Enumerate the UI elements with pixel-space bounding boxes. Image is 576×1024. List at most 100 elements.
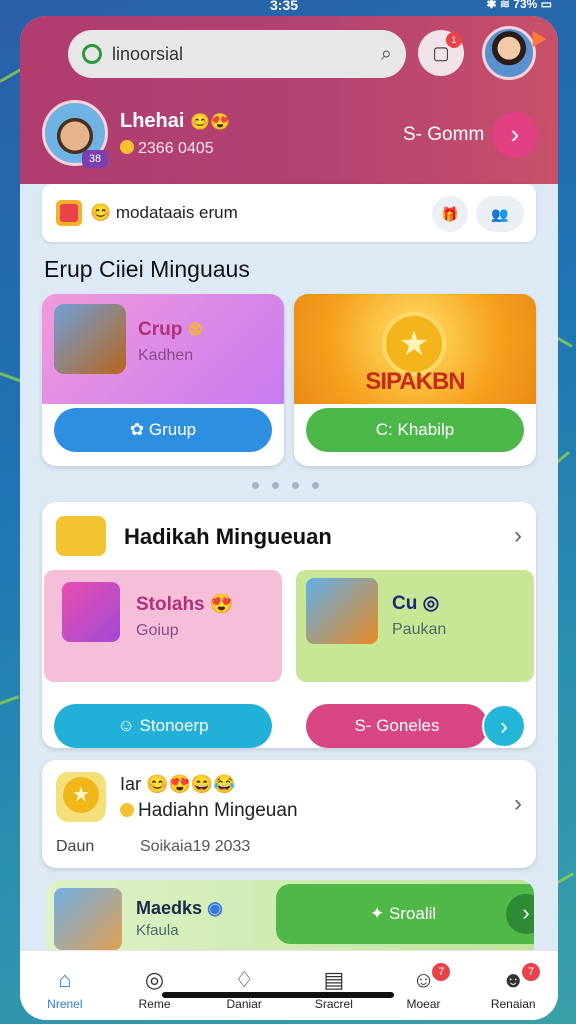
emoji-icon: 😍 xyxy=(209,594,234,615)
emoji-icon: 😊 xyxy=(90,203,116,222)
weekly-card-subtitle: Goiup xyxy=(136,622,179,639)
carousel-dot[interactable] xyxy=(252,482,259,489)
promo-subtitle: Kadhen xyxy=(138,347,194,364)
home-indicator[interactable] xyxy=(162,992,394,998)
user-action-label[interactable]: S- Gomm xyxy=(403,124,484,146)
battery-level: 73% xyxy=(513,0,538,11)
bottom-button-label: Sroalil xyxy=(388,904,437,923)
weekly-button-label: Stonoerp xyxy=(139,716,209,735)
emoji-icon: 😊😍😄😂 xyxy=(146,774,236,794)
carousel-dots[interactable] xyxy=(252,482,319,489)
weekly-button[interactable]: ☺ Stonoerp xyxy=(54,704,272,748)
emoji-icon: 😊😍 xyxy=(190,114,230,131)
person-icon: ☺ xyxy=(412,967,435,992)
profile-icon: ☻ xyxy=(501,967,525,992)
carousel-dot[interactable] xyxy=(312,482,319,489)
star-coin-icon xyxy=(56,772,106,822)
status-time: 3:35 xyxy=(270,0,299,13)
bottom-title-text: Maedks xyxy=(136,898,203,918)
coin-icon xyxy=(120,140,134,154)
carousel-dot[interactable] xyxy=(292,482,299,489)
promo-card[interactable]: ★ SIPAKBN C: Khabilp xyxy=(294,294,536,466)
nav-item-home[interactable]: ⌂ Nrenel xyxy=(20,951,110,1020)
inbox-button[interactable]: ▢ 1 xyxy=(418,30,464,76)
weekly-card-title: Cu ◎ xyxy=(392,592,446,615)
coin-icon xyxy=(120,803,134,817)
nav-item-moear[interactable]: ☺ 7 Moear xyxy=(379,951,469,1020)
document-icon: ▤ xyxy=(323,967,345,992)
nav-label: Moear xyxy=(406,997,441,1011)
weekly-button-label: S- Goneles xyxy=(354,716,440,735)
friends-thumb-icon[interactable]: 👥 xyxy=(476,196,524,232)
home-icon: ⌂ xyxy=(58,967,72,992)
reward-heading: Iar 😊😍😄😂 xyxy=(120,774,236,795)
sparkle-icon: ✿ xyxy=(129,420,149,439)
weekly-card-title-text: Stolahs xyxy=(136,594,205,615)
promo-banner: SIPAKBN xyxy=(365,368,465,395)
chevron-right-icon[interactable]: › xyxy=(492,112,538,158)
reward-label: Daun xyxy=(56,838,95,855)
weekly-card-subtitle: Paukan xyxy=(392,621,447,638)
nav-label: Nrenel xyxy=(47,997,83,1011)
gift-icon xyxy=(62,582,120,642)
bottom-subtitle: Kfaula xyxy=(136,922,179,939)
nav-item-daniar[interactable]: ♢ Daniar xyxy=(199,951,289,1020)
nav-label: Renaian xyxy=(490,997,536,1011)
search-icon[interactable]: ⌕ xyxy=(381,43,392,66)
search-input[interactable]: linoorsial xyxy=(112,44,381,65)
nav-item-reme[interactable]: ◎ Reme xyxy=(110,951,200,1020)
inbox-icon: ▢ xyxy=(432,42,450,63)
robot-icon xyxy=(54,304,126,374)
status-icons: ✱ ≋ 73% ▭ xyxy=(487,0,552,11)
reward-date: Soikaia19 2033 xyxy=(140,838,251,855)
status-bar: 3:35 ✱ ≋ 73% ▭ xyxy=(0,0,576,16)
carousel-dot[interactable] xyxy=(272,482,279,489)
emoji-icon: ⊗ xyxy=(187,319,204,340)
search-bar[interactable]: linoorsial ⌕ xyxy=(68,30,406,78)
bottom-title: Maedks ◉ xyxy=(136,898,223,919)
promo-card[interactable]: Crup ⊗ Kadhen ✿ Gruup xyxy=(42,294,284,466)
nav-badge: 7 xyxy=(522,963,541,981)
character-icon xyxy=(56,516,106,556)
nav-item-sracrel[interactable]: ▤ Sracrel xyxy=(289,951,379,1020)
header: linoorsial ⌕ ▢ 1 38 Lhehai 😊😍 2366 0405 … xyxy=(20,16,558,184)
section-title: Erup Ciiei Minguaus xyxy=(44,256,250,282)
sparkle-icon: ✦ xyxy=(370,904,389,923)
weekly-card[interactable]: Cu ◎ Paukan xyxy=(296,570,534,682)
nav-item-renaian[interactable]: ☻ 7 Renaian xyxy=(468,951,558,1020)
promo-button[interactable]: ✿ Gruup xyxy=(54,408,272,452)
chevron-right-icon[interactable]: › xyxy=(482,704,526,748)
promo-button-label: Gruup xyxy=(148,420,197,439)
weekly-card[interactable]: Stolahs 😍 Goiup xyxy=(44,570,282,682)
bottom-nav: ⌂ Nrenel ◎ Reme ♢ Daniar ▤ Sracrel ☺ 7 M… xyxy=(20,950,558,1020)
notice-text-value: modataais erum xyxy=(115,203,238,222)
nav-label: Reme xyxy=(138,997,171,1011)
chevron-right-icon[interactable]: › xyxy=(514,790,522,818)
notice-bar[interactable]: 😊 modataais erum 🎁 👥 xyxy=(42,184,536,242)
nav-label: Sracrel xyxy=(314,997,353,1011)
user-name-text: Lhehai xyxy=(120,110,185,132)
bottom-button[interactable]: ✦ Sroalil xyxy=(276,884,534,944)
inbox-badge: 1 xyxy=(446,32,462,48)
leaf-icon xyxy=(82,44,102,64)
reward-card[interactable]: Iar 😊😍😄😂 Hadiahn Mingeuan › Daun Soikaia… xyxy=(42,760,536,868)
treasure-icon xyxy=(306,578,378,644)
weekly-card-title: Stolahs 😍 xyxy=(136,592,234,616)
gift-thumb-icon[interactable]: 🎁 xyxy=(432,196,468,232)
chevron-right-icon[interactable]: › xyxy=(514,522,522,550)
user-coins: 2366 0405 xyxy=(120,140,214,158)
smile-icon: ☺ xyxy=(117,716,140,735)
coin-value: 2366 0405 xyxy=(138,140,214,157)
badge-icon: ◎ xyxy=(422,593,440,614)
steering-icon: ◎ xyxy=(144,967,165,992)
notice-icon xyxy=(56,200,82,226)
promo-title: Crup ⊗ xyxy=(138,318,204,341)
promo-button-label: C: Khabilp xyxy=(375,420,455,439)
weekly-card-title-text: Cu xyxy=(392,593,418,614)
promo-title-text: Crup xyxy=(138,319,183,340)
app-screen: linoorsial ⌕ ▢ 1 38 Lhehai 😊😍 2366 0405 … xyxy=(20,16,558,1020)
weekly-button[interactable]: S- Goneles xyxy=(306,704,488,748)
promo-button[interactable]: C: Khabilp xyxy=(306,408,524,452)
reward-heading-text: Iar xyxy=(120,774,142,794)
user-name: Lhehai 😊😍 xyxy=(120,110,230,133)
